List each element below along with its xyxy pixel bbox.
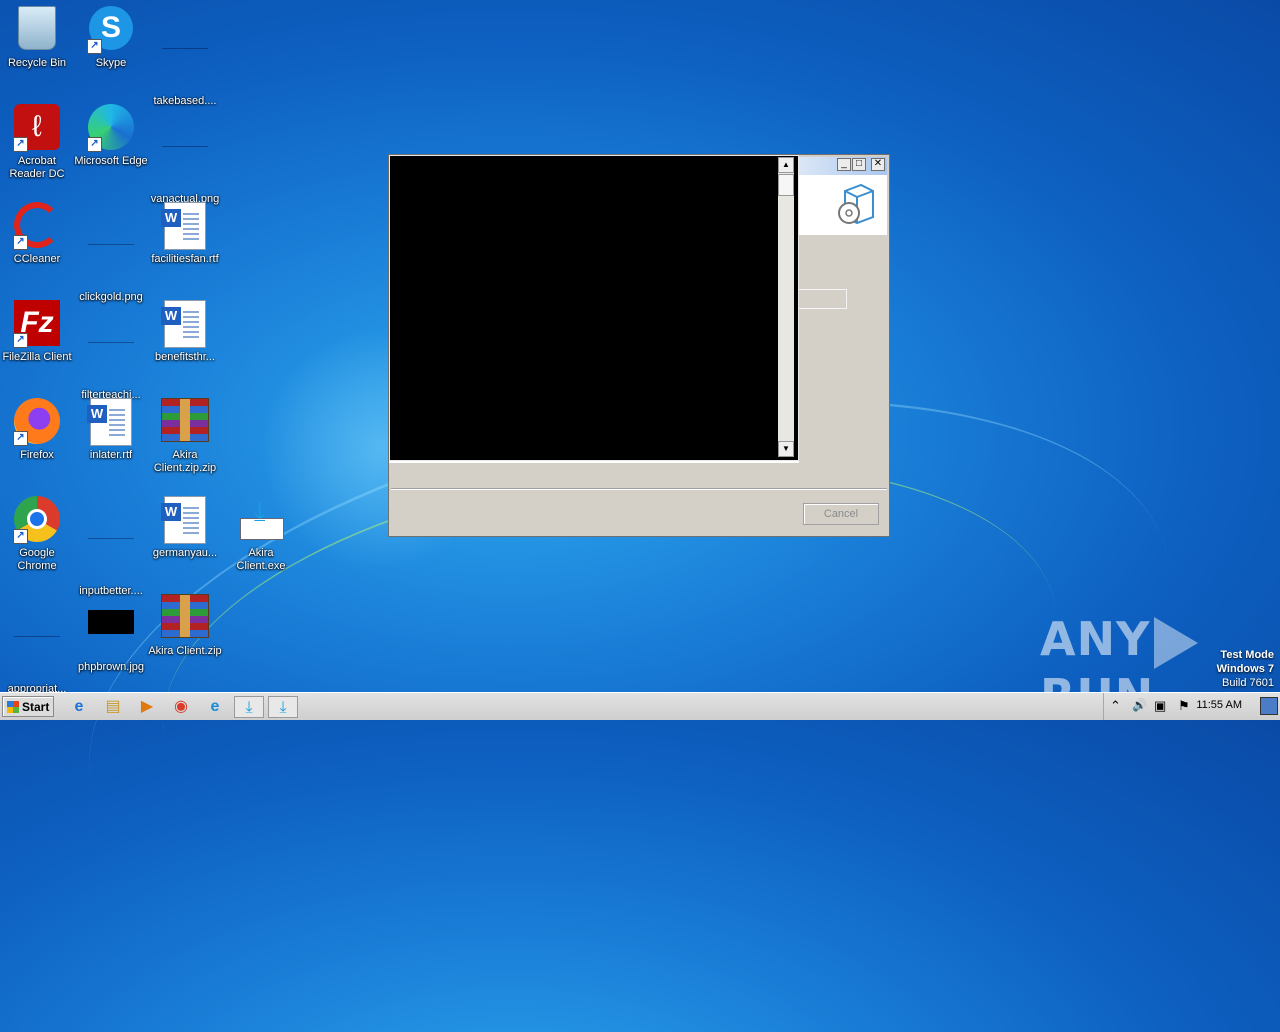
acrobat-icon: ℓ ↗ bbox=[13, 104, 61, 152]
desktop-icon-label: Recycle Bin bbox=[7, 57, 67, 69]
image-file-icon bbox=[87, 240, 135, 288]
edge-icon[interactable]: e bbox=[200, 696, 230, 718]
desktop-icon-inputbetter[interactable]: inputbetter.... bbox=[74, 496, 148, 598]
word-doc-icon: W bbox=[161, 202, 209, 250]
desktop-icon-label: CCleaner bbox=[13, 253, 61, 265]
system-tray: ⌃ 🔊 ▣ ⚑ 11:55 AM bbox=[1103, 693, 1280, 720]
test-mode-notice: Test Mode Windows 7 Build 7601 bbox=[1217, 648, 1274, 690]
desktop-icon-label: facilitiesfan.rtf bbox=[151, 253, 219, 265]
image-file-icon bbox=[87, 534, 135, 582]
watermark-left-text: ANY bbox=[1040, 612, 1151, 666]
image-file-icon bbox=[87, 338, 135, 386]
close-button[interactable]: ✕ bbox=[871, 158, 885, 171]
installer-icon[interactable]: ⤓ bbox=[268, 696, 298, 718]
separator-line bbox=[391, 488, 887, 490]
cancel-button[interactable]: Cancel bbox=[803, 503, 879, 525]
image-file-icon bbox=[161, 142, 209, 190]
maximize-button[interactable]: □ bbox=[852, 158, 866, 171]
taskbar: Start e ▤ ▶ ◉ e ⤓ ⤓ ⌃ 🔊 ▣ ⚑ 11:55 AM bbox=[0, 692, 1280, 720]
desktop-icon-filterteachi[interactable]: filterteachi... bbox=[74, 300, 148, 402]
play-logo-icon bbox=[1154, 616, 1199, 669]
desktop-icon-label: FileZilla Client bbox=[2, 351, 72, 363]
clock[interactable]: 11:55 AM bbox=[1196, 699, 1242, 711]
volume-icon[interactable]: 🔊 bbox=[1132, 698, 1147, 712]
desktop-icon-label: Google Chrome bbox=[17, 547, 57, 572]
console-output-area[interactable] bbox=[389, 155, 799, 461]
desktop-icon-phpbrown[interactable]: phpbrown.jpg bbox=[74, 594, 148, 674]
desktop-icon-akira-zip-zip[interactable]: Akira Client.zip.zip bbox=[148, 398, 222, 475]
edge-icon: ↗ bbox=[87, 104, 135, 152]
package-cd-icon bbox=[838, 183, 874, 225]
desktop-icon-label: phpbrown.jpg bbox=[77, 661, 145, 673]
desktop-icon-acrobat[interactable]: ℓ ↗ Acrobat Reader DC bbox=[0, 104, 74, 181]
desktop-icon-label: Akira Client.zip.zip bbox=[153, 449, 217, 474]
show-desktop-button[interactable] bbox=[1260, 697, 1278, 715]
image-file-icon bbox=[161, 44, 209, 92]
firefox-icon: ↗ bbox=[13, 398, 61, 446]
action-center-flag-icon[interactable]: ⚑ bbox=[1178, 698, 1190, 714]
desktop-icon-label: Microsoft Edge bbox=[74, 155, 148, 167]
desktop-icon-firefox[interactable]: ↗ Firefox bbox=[0, 398, 74, 462]
desktop-icon-edge[interactable]: ↗ Microsoft Edge bbox=[74, 104, 148, 168]
desktop-icon-label: germanyau... bbox=[152, 547, 218, 559]
installer-window[interactable]: _ □ ✕ ▲ ▼ Cancel bbox=[388, 154, 890, 537]
skype-icon: S ↗ bbox=[87, 6, 135, 54]
scroll-up-button[interactable]: ▲ bbox=[778, 157, 794, 173]
path-field[interactable] bbox=[799, 289, 847, 309]
chrome-icon[interactable]: ◉ bbox=[166, 696, 196, 718]
network-icon[interactable]: ▣ bbox=[1154, 698, 1166, 714]
build-line: Build 7601 bbox=[1222, 677, 1274, 689]
desktop-icon-inlater[interactable]: W inlater.rtf bbox=[74, 398, 148, 462]
desktop-icon-chrome[interactable]: ↗ Google Chrome bbox=[0, 496, 74, 573]
desktop-icon-skype[interactable]: S ↗ Skype bbox=[74, 6, 148, 70]
desktop-icon-facilitiesfan[interactable]: W facilitiesfan.rtf bbox=[148, 202, 222, 266]
image-file-icon bbox=[87, 610, 135, 658]
desktop-icon-label: Skype bbox=[95, 57, 127, 69]
desktop-icon-vanactual[interactable]: vanactual.png bbox=[148, 104, 222, 206]
desktop-icon-takebased[interactable]: takebased.... bbox=[148, 6, 222, 108]
desktop-icon-recycle-bin[interactable]: Recycle Bin bbox=[0, 6, 74, 70]
minimize-button[interactable]: _ bbox=[837, 158, 851, 171]
ccleaner-icon: ↗ bbox=[13, 202, 61, 250]
test-mode-line: Test Mode bbox=[1220, 649, 1274, 661]
desktop-icon-akira-zip[interactable]: Akira Client.zip bbox=[148, 594, 222, 658]
desktop-icon-label: Akira Client.exe bbox=[236, 547, 286, 572]
word-doc-icon: W bbox=[161, 496, 209, 544]
desktop-icon-label: Firefox bbox=[20, 449, 54, 461]
desktop-icon-ccleaner[interactable]: ↗ CCleaner bbox=[0, 202, 74, 266]
start-label: Start bbox=[22, 700, 50, 714]
ie-icon[interactable]: e bbox=[64, 696, 94, 718]
desktop-icon-label: Akira Client.zip bbox=[148, 645, 222, 657]
installer-icon: ⤓ bbox=[237, 496, 285, 544]
word-doc-icon: W bbox=[161, 300, 209, 348]
desktop-icon-label: benefitsthr... bbox=[155, 351, 215, 363]
start-button[interactable]: Start bbox=[2, 696, 54, 717]
winrar-archive-icon bbox=[161, 398, 209, 446]
chevron-up-icon[interactable]: ⌃ bbox=[1110, 698, 1121, 714]
recycle-bin-icon bbox=[13, 6, 61, 54]
filezilla-icon: Fz ↗ bbox=[13, 300, 61, 348]
media-player-icon[interactable]: ▶ bbox=[132, 696, 162, 718]
desktop-icon-clickgold[interactable]: clickgold.png bbox=[74, 202, 148, 304]
desktop-icon-germanyau[interactable]: W germanyau... bbox=[148, 496, 222, 560]
scroll-down-button[interactable]: ▼ bbox=[778, 441, 794, 457]
desktop-icon-label: inlater.rtf bbox=[89, 449, 133, 461]
os-name-line: Windows 7 bbox=[1216, 663, 1274, 675]
windows-flag-icon bbox=[7, 701, 19, 713]
word-doc-icon: W bbox=[87, 398, 135, 446]
installer-icon[interactable]: ⤓ bbox=[234, 696, 264, 718]
scroll-thumb[interactable] bbox=[778, 174, 794, 196]
desktop-icon-filezilla[interactable]: Fz ↗ FileZilla Client bbox=[0, 300, 74, 364]
explorer-icon[interactable]: ▤ bbox=[98, 696, 128, 718]
winrar-archive-icon bbox=[161, 594, 209, 642]
chrome-icon: ↗ bbox=[13, 496, 61, 544]
desktop-icon-akira-exe[interactable]: ⤓ Akira Client.exe bbox=[224, 496, 298, 573]
desktop-icon-appropriat[interactable]: appropriat... bbox=[0, 594, 74, 696]
desktop-icon-label: Acrobat Reader DC bbox=[9, 155, 65, 180]
desktop-icon-benefitsthr[interactable]: W benefitsthr... bbox=[148, 300, 222, 364]
vertical-scrollbar[interactable]: ▲ ▼ bbox=[778, 157, 794, 457]
image-file-icon bbox=[13, 632, 61, 680]
